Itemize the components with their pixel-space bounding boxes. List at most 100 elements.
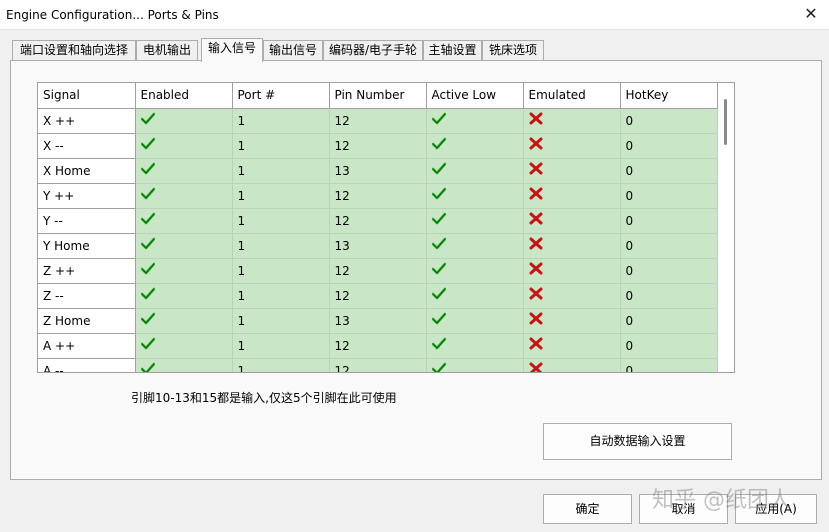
enabled-cell[interactable] xyxy=(134,108,233,134)
hotkey-cell[interactable]: 0 xyxy=(620,108,718,134)
enabled-cell[interactable] xyxy=(134,158,233,184)
table-row[interactable]: A ++ 1 12 0 xyxy=(38,333,718,359)
col-header-signal[interactable]: Signal xyxy=(38,83,136,109)
table-row[interactable]: Z Home 1 13 0 xyxy=(38,308,718,334)
emulated-cell[interactable] xyxy=(523,233,621,259)
hotkey-cell[interactable]: 0 xyxy=(620,258,718,284)
port-cell[interactable]: 1 xyxy=(232,208,330,234)
pin-number-cell[interactable]: 13 xyxy=(329,308,427,334)
col-header-port[interactable]: Port # xyxy=(232,83,330,109)
active-low-cell[interactable] xyxy=(426,258,524,284)
port-cell[interactable]: 1 xyxy=(232,283,330,309)
pin-number-cell[interactable]: 12 xyxy=(329,108,427,134)
port-cell[interactable]: 1 xyxy=(232,133,330,159)
port-cell[interactable]: 1 xyxy=(232,158,330,184)
table-row[interactable]: X ++ 1 12 0 xyxy=(38,108,718,134)
hotkey-cell[interactable]: 0 xyxy=(620,183,718,209)
signal-name[interactable]: A ++ xyxy=(38,333,136,359)
active-low-cell[interactable] xyxy=(426,308,524,334)
port-cell[interactable]: 1 xyxy=(232,333,330,359)
emulated-cell[interactable] xyxy=(523,258,621,284)
pin-number-cell[interactable]: 12 xyxy=(329,183,427,209)
active-low-cell[interactable] xyxy=(426,358,524,372)
hotkey-cell[interactable]: 0 xyxy=(620,358,718,372)
hotkey-cell[interactable]: 0 xyxy=(620,158,718,184)
active-low-cell[interactable] xyxy=(426,208,524,234)
enabled-cell[interactable] xyxy=(134,183,233,209)
tab-motor-output[interactable]: 电机输出 xyxy=(136,40,198,61)
close-icon[interactable]: ✕ xyxy=(800,4,822,24)
emulated-cell[interactable] xyxy=(523,208,621,234)
port-cell[interactable]: 1 xyxy=(232,233,330,259)
tab-output-signals[interactable]: 输出信号 xyxy=(263,40,323,61)
tab-port-axis[interactable]: 端口设置和轴向选择 xyxy=(12,40,136,61)
col-header-active-low[interactable]: Active Low xyxy=(426,83,524,109)
signal-name[interactable]: Y Home xyxy=(38,233,136,259)
pin-number-cell[interactable]: 12 xyxy=(329,358,427,372)
table-row[interactable]: Y ++ 1 12 0 xyxy=(38,183,718,209)
emulated-cell[interactable] xyxy=(523,283,621,309)
col-header-hotkey[interactable]: HotKey xyxy=(620,83,718,109)
emulated-cell[interactable] xyxy=(523,183,621,209)
hotkey-cell[interactable]: 0 xyxy=(620,133,718,159)
enabled-cell[interactable] xyxy=(134,358,233,372)
port-cell[interactable]: 1 xyxy=(232,308,330,334)
enabled-cell[interactable] xyxy=(134,308,233,334)
signal-name[interactable]: Z -- xyxy=(38,283,136,309)
tab-input-signals[interactable]: 输入信号 xyxy=(201,38,263,62)
active-low-cell[interactable] xyxy=(426,158,524,184)
enabled-cell[interactable] xyxy=(134,283,233,309)
emulated-cell[interactable] xyxy=(523,158,621,184)
emulated-cell[interactable] xyxy=(523,108,621,134)
input-signals-grid[interactable]: Signal Enabled Port # Pin Number Active … xyxy=(37,82,735,373)
hotkey-cell[interactable]: 0 xyxy=(620,233,718,259)
tab-encoder-mpg[interactable]: 编码器/电子手轮 xyxy=(323,40,423,61)
active-low-cell[interactable] xyxy=(426,133,524,159)
signal-name[interactable]: X Home xyxy=(38,158,136,184)
scrollbar-thumb[interactable] xyxy=(724,99,727,145)
signal-name[interactable]: Y -- xyxy=(38,208,136,234)
table-row[interactable]: X Home 1 13 0 xyxy=(38,158,718,184)
ok-button[interactable]: 确定 xyxy=(543,494,632,524)
enabled-cell[interactable] xyxy=(134,333,233,359)
active-low-cell[interactable] xyxy=(426,183,524,209)
pin-number-cell[interactable]: 12 xyxy=(329,283,427,309)
table-row[interactable]: Z ++ 1 12 0 xyxy=(38,258,718,284)
table-row[interactable]: Z -- 1 12 0 xyxy=(38,283,718,309)
auto-input-setup-button[interactable]: 自动数据输入设置 xyxy=(543,423,732,460)
pin-number-cell[interactable]: 13 xyxy=(329,158,427,184)
enabled-cell[interactable] xyxy=(134,208,233,234)
table-row[interactable]: Y Home 1 13 0 xyxy=(38,233,718,259)
enabled-cell[interactable] xyxy=(134,233,233,259)
signal-name[interactable]: X -- xyxy=(38,133,136,159)
signal-name[interactable]: Y ++ xyxy=(38,183,136,209)
enabled-cell[interactable] xyxy=(134,133,233,159)
table-row[interactable]: A -- 1 12 0 xyxy=(38,357,718,372)
emulated-cell[interactable] xyxy=(523,133,621,159)
emulated-cell[interactable] xyxy=(523,308,621,334)
col-header-enabled[interactable]: Enabled xyxy=(134,83,233,109)
port-cell[interactable]: 1 xyxy=(232,358,330,372)
pin-number-cell[interactable]: 13 xyxy=(329,233,427,259)
emulated-cell[interactable] xyxy=(523,333,621,359)
enabled-cell[interactable] xyxy=(134,258,233,284)
port-cell[interactable]: 1 xyxy=(232,258,330,284)
port-cell[interactable]: 1 xyxy=(232,108,330,134)
col-header-pin-number[interactable]: Pin Number xyxy=(329,83,427,109)
active-low-cell[interactable] xyxy=(426,233,524,259)
hotkey-cell[interactable]: 0 xyxy=(620,333,718,359)
pin-number-cell[interactable]: 12 xyxy=(329,333,427,359)
pin-number-cell[interactable]: 12 xyxy=(329,133,427,159)
signal-name[interactable]: Z ++ xyxy=(38,258,136,284)
hotkey-cell[interactable]: 0 xyxy=(620,208,718,234)
hotkey-cell[interactable]: 0 xyxy=(620,283,718,309)
pin-number-cell[interactable]: 12 xyxy=(329,208,427,234)
tab-mill-options[interactable]: 铣床选项 xyxy=(482,40,544,61)
signal-name[interactable]: A -- xyxy=(38,357,136,372)
tab-spindle-setup[interactable]: 主轴设置 xyxy=(423,40,482,61)
emulated-cell[interactable] xyxy=(523,358,621,372)
table-row[interactable]: X -- 1 12 0 xyxy=(38,133,718,159)
active-low-cell[interactable] xyxy=(426,108,524,134)
signal-name[interactable]: X ++ xyxy=(38,108,136,134)
active-low-cell[interactable] xyxy=(426,283,524,309)
